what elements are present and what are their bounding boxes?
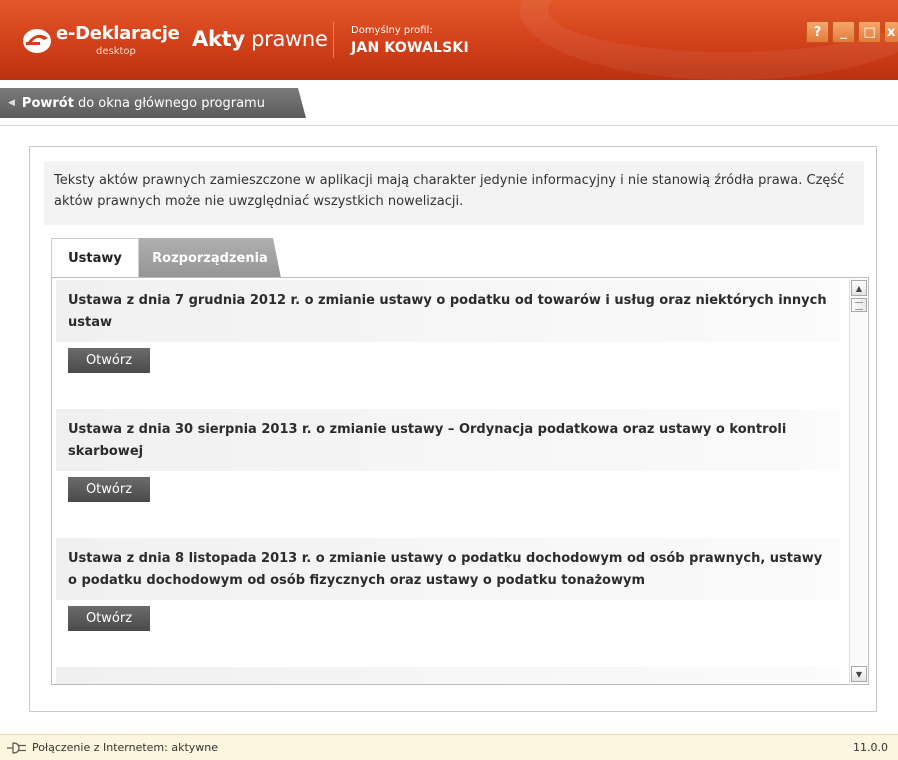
acts-list: Ustawa z dnia 7 grudnia 2012 r. o zmiani… xyxy=(51,277,869,685)
app-title: Akty prawne xyxy=(192,27,328,51)
logo-text: e-Deklaracje xyxy=(56,23,180,44)
profile-name: JAN KOWALSKI xyxy=(351,40,469,56)
nav-bar: ◀ Powrót do okna głównego programu xyxy=(0,80,898,126)
close-button[interactable]: x xyxy=(884,21,898,43)
scroll-up-icon[interactable]: ▲ xyxy=(851,280,867,296)
act-title: Ustawa z dnia 8 listopada 2013 r. o zmia… xyxy=(56,538,840,600)
window-controls: ? _ □ x xyxy=(806,21,898,43)
title-bar: e-Deklaracje desktop Akty prawne Domyśln… xyxy=(0,0,898,80)
connection-status: Połączenie z Internetem: aktywne xyxy=(32,741,219,754)
tab-rozporzadzenia[interactable]: Rozporządzenia xyxy=(139,238,281,278)
title-separator xyxy=(333,22,334,58)
app-title-bold: Akty xyxy=(192,27,245,51)
open-button[interactable]: Otwórz xyxy=(68,606,150,631)
status-bar: Połączenie z Internetem: aktywne 11.0.0 xyxy=(0,734,898,760)
list-item: Ustawa z dnia 7 grudnia 2012 r. o zmiani… xyxy=(56,280,840,409)
content-panel: Teksty aktów prawnych zamieszczone w apl… xyxy=(29,146,877,712)
connection-plug-icon xyxy=(7,742,26,754)
version-label: 11.0.0 xyxy=(853,741,888,754)
tab-ustawy[interactable]: Ustawy xyxy=(51,238,139,278)
act-title: Ustawa z dnia 30 sierpnia 2013 r. o zmia… xyxy=(56,409,840,471)
scroll-thumb[interactable] xyxy=(851,298,867,312)
logo-subtitle: desktop xyxy=(96,46,136,57)
minimize-button[interactable]: _ xyxy=(832,21,855,43)
act-title: Ustawa z dnia 7 grudnia 2012 r. o zmiani… xyxy=(56,280,840,342)
app-title-rest: prawne xyxy=(244,27,328,51)
profile-label: Domyślny profil: xyxy=(351,25,433,36)
list-item: Ustawa z dnia 30 sierpnia 2013 r. o zmia… xyxy=(56,409,840,538)
back-label-rest: do okna głównego programu xyxy=(77,95,265,111)
scroll-down-icon[interactable]: ▼ xyxy=(851,666,867,682)
legal-notice: Teksty aktów prawnych zamieszczone w apl… xyxy=(44,161,864,225)
open-button[interactable]: Otwórz xyxy=(68,477,150,502)
list-item: Ustawa z dnia 8 listopada 2013 r. o zmia… xyxy=(56,538,840,667)
list-item-partial xyxy=(56,667,840,684)
main-area: Teksty aktów prawnych zamieszczone w apl… xyxy=(0,126,898,734)
maximize-button[interactable]: □ xyxy=(858,21,881,43)
back-to-main-button[interactable]: ◀ Powrót do okna głównego programu xyxy=(0,88,306,118)
back-label-bold: Powrót xyxy=(21,95,74,111)
tab-bar: Ustawy Rozporządzenia xyxy=(51,238,281,278)
e-deklaracje-logo-icon xyxy=(23,29,51,53)
back-arrow-icon: ◀ xyxy=(8,98,15,108)
vertical-scrollbar[interactable]: ▲ ▼ xyxy=(849,279,867,683)
open-button[interactable]: Otwórz xyxy=(68,348,150,373)
acts-list-inner: Ustawa z dnia 7 grudnia 2012 r. o zmiani… xyxy=(56,280,840,684)
help-button[interactable]: ? xyxy=(806,21,829,43)
